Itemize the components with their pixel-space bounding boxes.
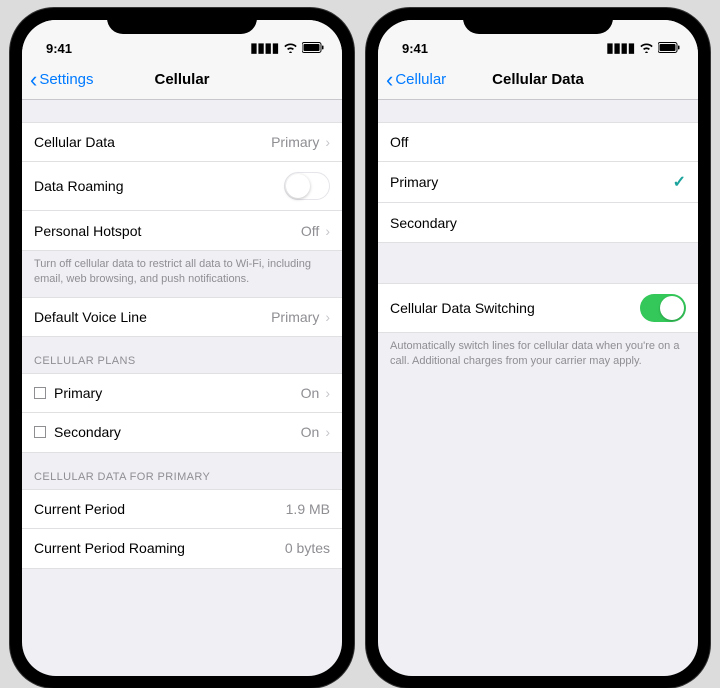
status-icons: ▮▮▮▮ — [250, 40, 324, 56]
plan-secondary-label: Secondary — [54, 424, 121, 440]
data-switching-note: Automatically switch lines for cellular … — [378, 333, 698, 379]
signal-icon: ▮▮▮▮ — [606, 40, 635, 56]
personal-hotspot-row[interactable]: Personal Hotspot Off › — [22, 211, 342, 251]
back-button[interactable]: ‹ Settings — [30, 71, 94, 88]
back-label: Cellular — [395, 71, 446, 88]
notch — [463, 8, 613, 34]
option-secondary[interactable]: Secondary — [378, 203, 698, 243]
data-switching-label: Cellular Data Switching — [390, 300, 535, 316]
chevron-right-icon: › — [325, 134, 330, 150]
nav-bar-right: ‹ Cellular Cellular Data — [378, 60, 698, 100]
battery-icon — [658, 41, 680, 56]
option-primary[interactable]: Primary ✓ — [378, 162, 698, 203]
data-roaming-row[interactable]: Data Roaming — [22, 162, 342, 211]
cellular-data-note: Turn off cellular data to restrict all d… — [22, 251, 342, 297]
signal-icon: ▮▮▮▮ — [250, 40, 279, 56]
personal-hotspot-label: Personal Hotspot — [34, 223, 141, 239]
default-voice-row[interactable]: Default Voice Line Primary › — [22, 297, 342, 337]
current-period-label: Current Period — [34, 501, 125, 517]
status-time: 9:41 — [402, 41, 428, 56]
phone-left: 9:41 ▮▮▮▮ ‹ Settings Cellular Cellular D… — [10, 8, 354, 688]
chevron-right-icon: › — [325, 223, 330, 239]
option-off-label: Off — [390, 134, 408, 150]
plan-primary-label: Primary — [54, 385, 102, 401]
personal-hotspot-value: Off — [301, 223, 319, 239]
screen-right: 9:41 ▮▮▮▮ ‹ Cellular Cellular Data Off — [378, 20, 698, 676]
option-primary-label: Primary — [390, 174, 438, 190]
cellular-data-label: Cellular Data — [34, 134, 115, 150]
wifi-icon — [639, 41, 654, 56]
back-label: Settings — [39, 71, 93, 88]
status-icons: ▮▮▮▮ — [606, 40, 680, 56]
plan-primary-row[interactable]: Primary On › — [22, 373, 342, 413]
option-secondary-label: Secondary — [390, 215, 457, 231]
screen-left: 9:41 ▮▮▮▮ ‹ Settings Cellular Cellular D… — [22, 20, 342, 676]
usage-header: CELLULAR DATA FOR PRIMARY — [22, 453, 342, 489]
battery-icon — [302, 41, 324, 56]
default-voice-value: Primary — [271, 309, 319, 325]
data-switching-row[interactable]: Cellular Data Switching — [378, 283, 698, 333]
cellular-plans-header: CELLULAR PLANS — [22, 337, 342, 373]
default-voice-label: Default Voice Line — [34, 309, 147, 325]
plan-primary-value: On — [301, 385, 320, 401]
plan-box-icon — [34, 387, 46, 399]
chevron-right-icon: › — [325, 309, 330, 325]
current-period-value: 1.9 MB — [286, 501, 330, 517]
status-time: 9:41 — [46, 41, 72, 56]
option-off[interactable]: Off — [378, 122, 698, 162]
data-switching-toggle[interactable] — [640, 294, 686, 322]
back-button[interactable]: ‹ Cellular — [386, 71, 446, 88]
notch — [107, 8, 257, 34]
nav-bar-left: ‹ Settings Cellular — [22, 60, 342, 100]
plan-secondary-value: On — [301, 424, 320, 440]
plan-box-icon — [34, 426, 46, 438]
current-period-roaming-value: 0 bytes — [285, 540, 330, 556]
data-roaming-toggle[interactable] — [284, 172, 330, 200]
wifi-icon — [283, 41, 298, 56]
current-period-row: Current Period 1.9 MB — [22, 489, 342, 529]
cellular-data-value: Primary — [271, 134, 319, 150]
plan-secondary-row[interactable]: Secondary On › — [22, 413, 342, 453]
data-roaming-label: Data Roaming — [34, 178, 124, 194]
chevron-right-icon: › — [325, 385, 330, 401]
cellular-data-row[interactable]: Cellular Data Primary › — [22, 122, 342, 162]
checkmark-icon: ✓ — [673, 172, 686, 192]
chevron-right-icon: › — [325, 424, 330, 440]
current-period-roaming-row: Current Period Roaming 0 bytes — [22, 529, 342, 569]
current-period-roaming-label: Current Period Roaming — [34, 540, 185, 556]
phone-right: 9:41 ▮▮▮▮ ‹ Cellular Cellular Data Off — [366, 8, 710, 688]
